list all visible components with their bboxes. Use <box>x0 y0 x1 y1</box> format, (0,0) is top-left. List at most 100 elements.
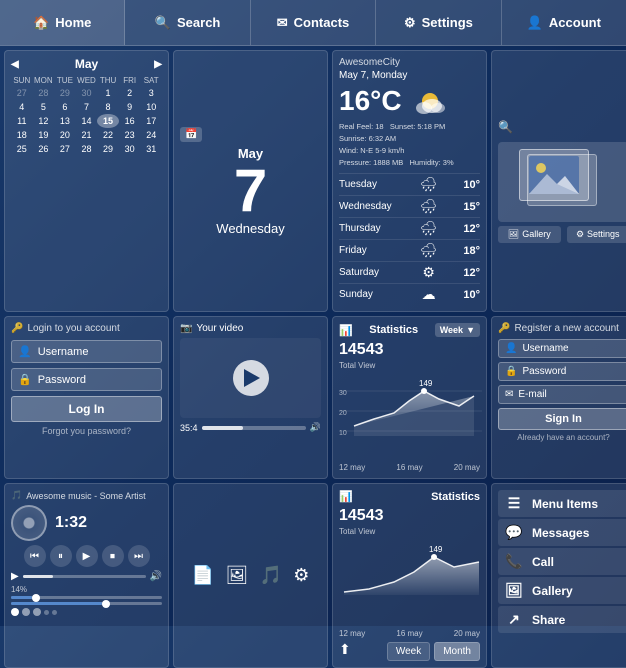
cal-day[interactable]: 24 <box>140 128 162 142</box>
cal-day[interactable]: 6 <box>54 100 76 114</box>
cal-day[interactable]: 7 <box>76 100 98 114</box>
cal-day[interactable]: 1 <box>97 86 119 100</box>
cal-day[interactable]: 22 <box>97 128 119 142</box>
menu-item-gallery[interactable]: 🖼 Gallery <box>498 577 626 604</box>
cal-day[interactable]: 29 <box>54 86 76 100</box>
search-icon: 🔍 <box>155 15 171 31</box>
pause-button[interactable]: ⏸ <box>50 545 72 567</box>
music-progress-icon: ▶ <box>11 571 19 582</box>
nav-home[interactable]: 🏠 Home <box>0 0 125 45</box>
play-button-music[interactable]: ▶ <box>76 545 98 567</box>
forecast-row: Friday 🌧 18° <box>339 239 480 261</box>
username-field[interactable]: 👤 Username <box>11 340 162 363</box>
dot-2[interactable] <box>22 608 30 616</box>
login-button[interactable]: Log In <box>11 396 162 422</box>
stats2-icon: 📊 <box>339 490 353 503</box>
forecast-temp: 12° <box>463 267 480 279</box>
cal-day[interactable]: 20 <box>54 128 76 142</box>
dot-4[interactable] <box>44 610 49 615</box>
cal-day[interactable]: 31 <box>140 142 162 156</box>
cal-day[interactable]: 19 <box>33 128 55 142</box>
reg-email-field[interactable]: ✉ E-mail <box>498 385 626 404</box>
cal-day[interactable]: 12 <box>33 114 55 128</box>
progress-track-2[interactable] <box>11 602 162 605</box>
menu-item-menu-items[interactable]: ☰ Menu Items <box>498 490 626 517</box>
menu-item-call[interactable]: 📞 Call <box>498 548 626 575</box>
cal-day[interactable]: 30 <box>76 86 98 100</box>
cal-day[interactable]: 25 <box>11 142 33 156</box>
cal-day[interactable]: 18 <box>11 128 33 142</box>
document-icon: 📄 <box>192 565 214 586</box>
progress-fill-2 <box>11 602 102 605</box>
stats2-tab-month[interactable]: Month <box>434 642 480 661</box>
file-icon[interactable]: 📄 <box>192 565 214 586</box>
reg-username-field[interactable]: 👤 Username <box>498 339 626 358</box>
forecast-icon: 🌧 <box>420 176 438 193</box>
dot-1[interactable] <box>11 608 19 616</box>
nav-account[interactable]: 👤 Account <box>502 0 626 45</box>
password-field[interactable]: 🔒 Password <box>11 368 162 391</box>
forgot-password[interactable]: Forgot you password? <box>11 426 162 436</box>
stats2-tab-week[interactable]: Week <box>387 642 430 661</box>
menu-item-share[interactable]: ↗ Share <box>498 606 626 633</box>
cal-day[interactable]: 27 <box>11 86 33 100</box>
stats1-week-button[interactable]: Week ▼ <box>435 323 480 337</box>
cal-day[interactable]: 5 <box>33 100 55 114</box>
volume-thumb[interactable] <box>32 594 40 602</box>
nav-home-label: Home <box>55 15 91 30</box>
nav-contacts[interactable]: ✉ Contacts <box>251 0 376 45</box>
image-settings-button[interactable]: ⚙ Settings <box>567 226 626 243</box>
cal-day[interactable]: 2 <box>119 86 141 100</box>
play-button[interactable] <box>233 360 269 396</box>
prev-button[interactable]: ⏮ <box>24 545 46 567</box>
volume-track[interactable] <box>11 596 162 599</box>
cal-day[interactable]: 26 <box>33 142 55 156</box>
reg-password-field[interactable]: 🔒 Password <box>498 362 626 381</box>
music-file-icon[interactable]: 🎵 <box>259 565 281 586</box>
calendar-prev[interactable]: ◀ <box>11 59 19 70</box>
next-button[interactable]: ⏭ <box>128 545 150 567</box>
dot-5[interactable] <box>52 610 57 615</box>
cal-day[interactable]: 29 <box>97 142 119 156</box>
calendar-next[interactable]: ▶ <box>154 59 162 70</box>
cal-day[interactable]: 13 <box>54 114 76 128</box>
cal-day[interactable]: 23 <box>119 128 141 142</box>
navbar: 🏠 Home 🔍 Search ✉ Contacts ⚙ Settings 👤 … <box>0 0 626 46</box>
nav-search[interactable]: 🔍 Search <box>125 0 250 45</box>
cal-header-fri: FRI <box>119 75 141 86</box>
dot-3[interactable] <box>33 608 41 616</box>
cal-day[interactable]: 17 <box>140 114 162 128</box>
music-progress-track[interactable] <box>23 575 146 578</box>
image-icon[interactable]: 🖼 <box>225 565 248 586</box>
media-panel: 📄 🖼 🎵 ⚙ <box>173 483 328 668</box>
cal-day[interactable]: 21 <box>76 128 98 142</box>
menu-item-messages[interactable]: 💬 Messages <box>498 519 626 546</box>
cal-day[interactable]: 16 <box>119 114 141 128</box>
signin-button[interactable]: Sign In <box>498 408 626 430</box>
stop-button[interactable]: ⏹ <box>102 545 124 567</box>
cal-day[interactable]: 4 <box>11 100 33 114</box>
progress-thumb-2[interactable] <box>102 600 110 608</box>
stats2-bottom: ⬆ Week Month <box>339 638 480 661</box>
cal-day[interactable]: 9 <box>119 100 141 114</box>
have-account[interactable]: Already have an account? <box>498 433 626 442</box>
cal-day[interactable]: 10 <box>140 100 162 114</box>
cal-day[interactable]: 8 <box>97 100 119 114</box>
upload-icon[interactable]: ⬆ <box>339 641 351 658</box>
gallery-button[interactable]: 🖼 Gallery <box>498 226 561 243</box>
cal-day[interactable]: 11 <box>11 114 33 128</box>
cal-day[interactable]: 30 <box>119 142 141 156</box>
forecast-day: Saturday <box>339 267 394 278</box>
cal-day[interactable]: 27 <box>54 142 76 156</box>
volume-fill <box>11 596 32 599</box>
music-controls: ⏮ ⏸ ▶ ⏹ ⏭ <box>11 545 162 567</box>
forecast-icon-thursday: 🌧 <box>420 220 438 237</box>
cal-day[interactable]: 28 <box>76 142 98 156</box>
nav-settings[interactable]: ⚙ Settings <box>376 0 501 45</box>
cal-day[interactable]: 3 <box>140 86 162 100</box>
cal-day[interactable]: 14 <box>76 114 98 128</box>
video-progress-bar[interactable] <box>202 426 306 430</box>
settings-media-icon[interactable]: ⚙ <box>293 565 309 586</box>
cal-today[interactable]: 15 <box>97 114 119 128</box>
cal-day[interactable]: 28 <box>33 86 55 100</box>
